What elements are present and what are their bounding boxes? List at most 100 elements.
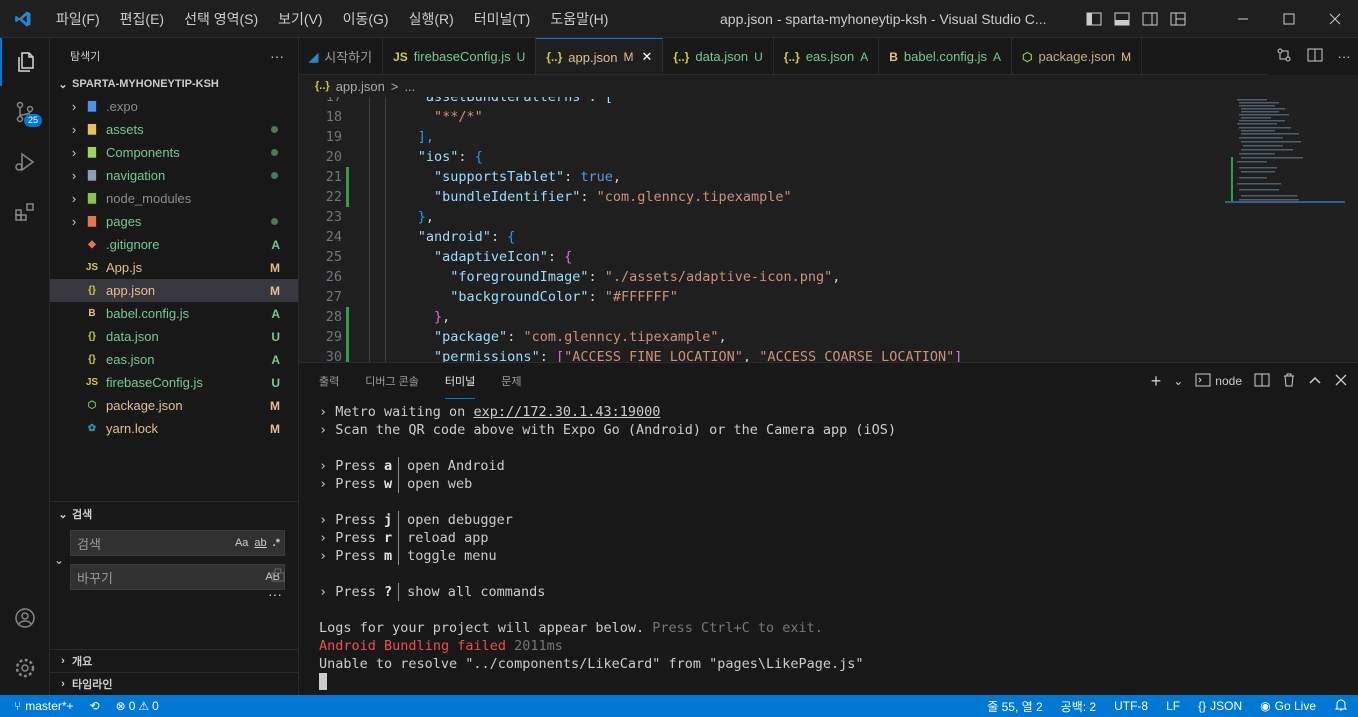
cursor-position[interactable]: 줄 55, 열 2	[987, 698, 1042, 715]
git-file-icon: ◆	[88, 239, 96, 250]
match-whole-word-icon[interactable]: ab	[254, 537, 266, 549]
customize-layout-icon[interactable]	[1164, 11, 1192, 27]
project-title: SPARTA-MYHONEYTIP-KSH	[72, 78, 219, 90]
run-debug-icon[interactable]	[0, 138, 50, 186]
outline-section[interactable]: › 개요	[50, 650, 299, 672]
timeline-section[interactable]: › 타임라인	[50, 673, 299, 695]
code-token: ,	[718, 329, 727, 345]
code-editor[interactable]: 17 "assetBundlePatterns": [18 "**/*" 19 ]…	[299, 97, 1358, 362]
accounts-icon[interactable]	[0, 594, 50, 642]
open-changes-icon[interactable]	[1276, 47, 1292, 66]
branch-status[interactable]: ⑂ master*+	[14, 699, 74, 713]
line-number: 20	[325, 149, 342, 165]
menu-item[interactable]: 편집(E)	[110, 0, 174, 38]
maximize-icon[interactable]	[1266, 0, 1312, 38]
indentation[interactable]: 공백: 2	[1061, 698, 1096, 715]
close-tab-icon[interactable]: ✕	[641, 49, 652, 65]
replace-input[interactable]: 바꾸기 AB	[70, 564, 285, 590]
new-terminal-icon[interactable]: +	[1151, 371, 1162, 392]
tree-item[interactable]: Bbabel.config.js A	[50, 302, 298, 325]
tree-item[interactable]: ✿ yarn.lock M	[50, 417, 298, 440]
sync-icon[interactable]: ⟲	[90, 699, 100, 713]
tree-item[interactable]: › ▇ .expo	[50, 95, 298, 118]
editor-tab[interactable]: {..} data.json U	[663, 38, 774, 74]
activity-bar: 25	[0, 38, 50, 695]
search-section-title[interactable]: ⌄ 검색	[50, 503, 299, 525]
notifications-bell-icon[interactable]	[1334, 698, 1348, 715]
editor-tab[interactable]: JS firebaseConfig.js U	[383, 38, 537, 74]
editor-tab[interactable]: Bbabel.config.js A	[879, 38, 1013, 74]
split-editor-icon[interactable]	[1307, 47, 1323, 66]
menu-item[interactable]: 도움말(H)	[540, 0, 618, 38]
manage-gear-icon[interactable]	[0, 644, 50, 692]
editor-tab[interactable]: {..} eas.json A	[774, 38, 880, 74]
editor-tab[interactable]: ⬡ package.json M	[1012, 38, 1143, 74]
command-desc: reload app	[407, 530, 489, 546]
maximize-panel-icon[interactable]	[1308, 373, 1322, 390]
search-input[interactable]: 검색 Aa ab .*	[70, 530, 285, 556]
panel-tab[interactable]: 문제	[501, 363, 521, 399]
minimize-icon[interactable]	[1220, 0, 1266, 38]
terminal-output[interactable]: › Metro waiting on exp://172.30.1.43:190…	[319, 403, 896, 691]
extensions-icon[interactable]	[0, 188, 50, 236]
separator	[398, 475, 400, 493]
panel-tab[interactable]: 디버그 콘솔	[365, 363, 419, 399]
panel-tab[interactable]: 출력	[319, 363, 339, 399]
line-number: 27	[325, 289, 342, 305]
tree-item[interactable]: › ▇ assets	[50, 118, 298, 141]
tree-item[interactable]: JS App.js M	[50, 256, 298, 279]
project-section[interactable]: ⌄ SPARTA-MYHONEYTIP-KSH	[50, 73, 298, 95]
go-live-button[interactable]: ◉ Go Live	[1260, 699, 1316, 713]
encoding[interactable]: UTF-8	[1114, 699, 1148, 713]
tree-item[interactable]: › ▇ node_modules	[50, 187, 298, 210]
regex-icon[interactable]: .*	[273, 537, 280, 549]
editor-tab[interactable]: ◢ 시작하기	[299, 38, 384, 74]
tree-item[interactable]: JS firebaseConfig.js U	[50, 371, 298, 394]
tree-item[interactable]: ⬡ package.json M	[50, 394, 298, 417]
tree-item[interactable]: › ▇ Components	[50, 141, 298, 164]
chevron-down-icon[interactable]: ⌄	[1173, 374, 1183, 388]
breadcrumb-rest[interactable]: ...	[404, 79, 415, 94]
kill-terminal-trash-icon[interactable]	[1282, 372, 1296, 391]
tree-item[interactable]: {} app.json M	[50, 279, 298, 302]
vscode-logo-icon	[0, 0, 46, 38]
toggle-panel-icon[interactable]	[1108, 11, 1136, 27]
more-actions-icon[interactable]: ···	[1338, 49, 1351, 64]
minimap[interactable]	[1225, 97, 1345, 362]
panel-tab[interactable]: 터미널	[444, 363, 476, 399]
editor-tab[interactable]: {..} app.json M ✕	[536, 38, 664, 74]
menu-item[interactable]: 실행(R)	[399, 0, 464, 38]
code-line: 17 "assetBundlePatterns": [	[299, 97, 1229, 107]
menu-item[interactable]: 이동(G)	[333, 0, 399, 38]
tree-item[interactable]: › ▇ navigation	[50, 164, 298, 187]
menu-item[interactable]: 파일(F)	[46, 0, 110, 38]
split-terminal-icon[interactable]	[1254, 372, 1270, 391]
toggle-secondary-sidebar-icon[interactable]	[1136, 11, 1164, 27]
metro-url-link[interactable]: exp://172.30.1.43:19000	[473, 404, 660, 420]
menu-item[interactable]: 선택 영역(S)	[174, 0, 268, 38]
more-actions-icon[interactable]: ···	[270, 48, 284, 64]
search-more-icon[interactable]: ···	[268, 586, 282, 602]
end-of-line[interactable]: LF	[1166, 699, 1180, 713]
close-window-icon[interactable]	[1312, 0, 1358, 38]
toggle-replace-chevron-icon[interactable]: ⌄	[54, 553, 64, 567]
tree-item[interactable]: {} data.json U	[50, 325, 298, 348]
tab-status: A	[993, 49, 1002, 64]
breadcrumb-file[interactable]: app.json	[336, 79, 385, 94]
explorer-icon[interactable]	[0, 38, 50, 86]
replace-all-icon[interactable]	[270, 567, 288, 585]
tree-item[interactable]: › ▇ pages	[50, 210, 298, 233]
problems-status[interactable]: ⊗ 0 ⚠ 0	[116, 699, 159, 713]
language-mode[interactable]: {} JSON	[1198, 699, 1242, 713]
tree-item[interactable]: {} eas.json A	[50, 348, 298, 371]
menu-item[interactable]: 터미널(T)	[464, 0, 541, 38]
terminal-name[interactable]: node	[1215, 374, 1242, 388]
source-control-icon[interactable]: 25	[0, 88, 50, 136]
toggle-primary-sidebar-icon[interactable]	[1080, 11, 1108, 27]
folder-icon: ▇	[88, 216, 96, 227]
menu-item[interactable]: 보기(V)	[268, 0, 332, 38]
tree-item[interactable]: ◆ .gitignore A	[50, 233, 298, 256]
tab-status: M	[1121, 49, 1132, 64]
close-panel-icon[interactable]	[1334, 373, 1348, 390]
match-case-icon[interactable]: Aa	[235, 537, 248, 549]
